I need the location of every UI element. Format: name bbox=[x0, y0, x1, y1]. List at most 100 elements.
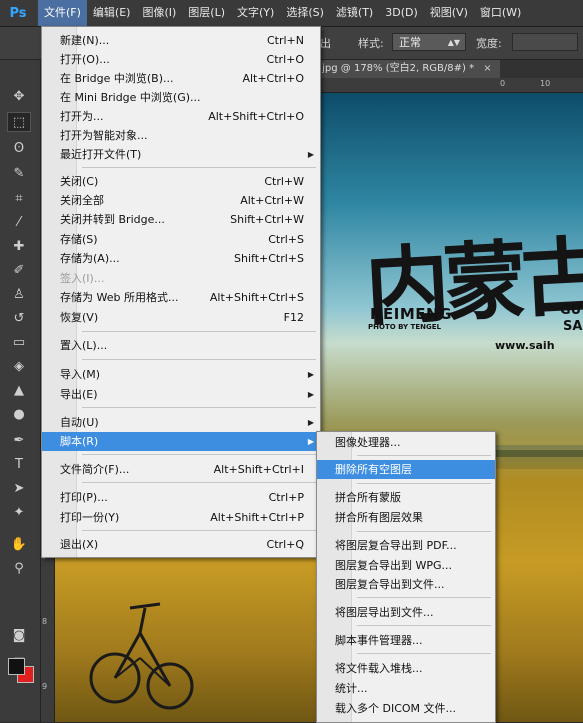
menu-item-label: 将文件载入堆栈... bbox=[335, 662, 423, 675]
menu-item-label: 文件简介(F)... bbox=[60, 463, 130, 476]
scripts-flatten-all-masks[interactable]: 拼合所有蒙版 bbox=[317, 488, 495, 507]
blur-tool-icon[interactable]: ▲ bbox=[7, 380, 31, 400]
menu-3d[interactable]: 3D(D) bbox=[379, 0, 424, 26]
chevron-updown-icon: ▲▼ bbox=[447, 38, 460, 47]
scripts-flatten-all-layer-effects[interactable]: 拼合所有图层效果 bbox=[317, 508, 495, 527]
scripts-layer-comps-to-files[interactable]: 图层复合导出到文件... bbox=[317, 575, 495, 594]
neimeng-text: NEIMENG bbox=[370, 305, 452, 323]
scripts-load-files-into-stack[interactable]: 将文件载入堆栈... bbox=[317, 659, 495, 678]
menu-item-label: 存储(S) bbox=[60, 233, 98, 246]
style-value: 正常 bbox=[399, 36, 421, 49]
menu-select[interactable]: 选择(S) bbox=[280, 0, 330, 26]
file-menu-exit[interactable]: 退出(X) Ctrl+Q bbox=[42, 535, 320, 554]
submenu-arrow-icon: ▶ bbox=[307, 437, 314, 446]
file-menu-close-all[interactable]: 关闭全部 Alt+Ctrl+W bbox=[42, 191, 320, 210]
menu-layer[interactable]: 图层(L) bbox=[182, 0, 231, 26]
file-menu-new[interactable]: 新建(N)... Ctrl+N bbox=[42, 31, 320, 50]
file-menu-scripts[interactable]: 脚本(R) ▶ bbox=[42, 432, 320, 451]
file-menu-automate[interactable]: 自动(U) ▶ bbox=[42, 413, 320, 432]
file-menu-open[interactable]: 打开(O)... Ctrl+O bbox=[42, 50, 320, 69]
menu-view[interactable]: 视图(V) bbox=[424, 0, 474, 26]
menu-item-label: 脚本事件管理器... bbox=[335, 634, 423, 647]
menu-item-shortcut: Ctrl+O bbox=[266, 53, 304, 66]
scripts-layer-comps-to-pdf[interactable]: 将图层复合导出到 PDF... bbox=[317, 536, 495, 555]
lasso-tool-icon[interactable]: ʘ bbox=[7, 138, 31, 158]
width-input[interactable] bbox=[512, 33, 578, 51]
menu-item-label: 导出(E) bbox=[60, 388, 98, 401]
shape-tool-icon[interactable]: ✦ bbox=[7, 502, 31, 522]
menu-separator bbox=[82, 482, 316, 483]
scripts-delete-empty-layers[interactable]: 删除所有空图层 bbox=[317, 460, 495, 479]
crop-tool-icon[interactable]: ⌗ bbox=[7, 188, 31, 208]
toolbox: ✥ ⬚ ʘ ✎ ⌗ ⁄ ✚ ✐ ♙ ↺ ▭ ◈ ▲ ● ✒ T ➤ ✦ ✋ ⚲ … bbox=[0, 60, 41, 722]
ruler-number: 9 bbox=[42, 682, 48, 691]
scripts-layer-comps-to-wpg[interactable]: 图层复合导出到 WPG... bbox=[317, 556, 495, 575]
file-menu-open-as[interactable]: 打开为... Alt+Shift+Ctrl+O bbox=[42, 107, 320, 126]
menu-filter[interactable]: 滤镜(T) bbox=[330, 0, 379, 26]
quick-mask-icon[interactable]: ◙ bbox=[7, 625, 31, 645]
file-menu-check-in: 签入(I)... bbox=[42, 269, 320, 288]
history-brush-tool-icon[interactable]: ↺ bbox=[7, 308, 31, 328]
menu-item-shortcut: Ctrl+P bbox=[268, 491, 304, 504]
file-menu-close[interactable]: 关闭(C) Ctrl+W bbox=[42, 172, 320, 191]
scripts-load-dicom-files[interactable]: 载入多个 DICOM 文件... bbox=[317, 699, 495, 718]
file-menu-save[interactable]: 存储(S) Ctrl+S bbox=[42, 230, 320, 249]
file-menu-import[interactable]: 导入(M) ▶ bbox=[42, 365, 320, 384]
menu-edit[interactable]: 编辑(E) bbox=[87, 0, 137, 26]
file-menu-browse-mini-bridge[interactable]: 在 Mini Bridge 中浏览(G)... bbox=[42, 88, 320, 107]
menu-item-label: 打开为智能对象... bbox=[60, 129, 148, 142]
file-menu-export[interactable]: 导出(E) ▶ bbox=[42, 385, 320, 404]
scripts-event-manager[interactable]: 脚本事件管理器... bbox=[317, 631, 495, 650]
scripts-export-layers-to-files[interactable]: 将图层导出到文件... bbox=[317, 603, 495, 622]
menu-separator bbox=[82, 359, 316, 360]
menu-item-shortcut: Alt+Shift+Ctrl+O bbox=[208, 110, 304, 123]
menu-item-label: 图层复合导出到文件... bbox=[335, 578, 445, 591]
file-menu-revert[interactable]: 恢复(V) F12 bbox=[42, 308, 320, 327]
scripts-statistics[interactable]: 统计... bbox=[317, 679, 495, 698]
file-menu-recent-files[interactable]: 最近打开文件(T) ▶ bbox=[42, 145, 320, 164]
menu-image[interactable]: 图像(I) bbox=[136, 0, 182, 26]
menu-file[interactable]: 文件(F) bbox=[38, 0, 87, 26]
marquee-tool-icon[interactable]: ⬚ bbox=[7, 112, 31, 132]
menu-item-label: 脚本(R) bbox=[60, 435, 99, 448]
foreground-color-swatch[interactable] bbox=[8, 658, 25, 675]
path-selection-tool-icon[interactable]: ➤ bbox=[7, 478, 31, 498]
menu-separator bbox=[357, 597, 491, 598]
document-tab[interactable]: J.jpg @ 178% (空白2, RGB/8#) * × bbox=[310, 60, 500, 78]
paint-bucket-tool-icon[interactable]: ◈ bbox=[7, 356, 31, 376]
zoom-tool-icon[interactable]: ⚲ bbox=[7, 558, 31, 578]
menu-window[interactable]: 窗口(W) bbox=[474, 0, 527, 26]
hand-tool-icon[interactable]: ✋ bbox=[7, 534, 31, 554]
file-menu-print-one-copy[interactable]: 打印一份(Y) Alt+Shift+Ctrl+P bbox=[42, 508, 320, 527]
menu-item-label: 打开(O)... bbox=[60, 53, 110, 66]
file-menu-file-info[interactable]: 文件简介(F)... Alt+Shift+Ctrl+I bbox=[42, 460, 320, 479]
type-tool-icon[interactable]: T bbox=[7, 454, 31, 474]
menu-separator bbox=[357, 625, 491, 626]
menu-item-shortcut: Alt+Shift+Ctrl+I bbox=[213, 463, 304, 476]
scripts-image-processor[interactable]: 图像处理器... bbox=[317, 433, 495, 452]
file-menu-save-for-web[interactable]: 存储为 Web 所用格式... Alt+Shift+Ctrl+S bbox=[42, 288, 320, 307]
menu-type[interactable]: 文字(Y) bbox=[231, 0, 280, 26]
menu-separator bbox=[357, 531, 491, 532]
pen-tool-icon[interactable]: ✒ bbox=[7, 430, 31, 450]
eraser-tool-icon[interactable]: ▭ bbox=[7, 332, 31, 352]
menu-item-shortcut: Ctrl+Q bbox=[266, 538, 304, 551]
menu-item-label: 载入多个 DICOM 文件... bbox=[335, 702, 457, 715]
file-menu-browse-bridge[interactable]: 在 Bridge 中浏览(B)... Alt+Ctrl+O bbox=[42, 69, 320, 88]
menu-separator bbox=[82, 530, 316, 531]
file-menu-open-smart-object[interactable]: 打开为智能对象... bbox=[42, 126, 320, 145]
style-select[interactable]: 正常 ▲▼ bbox=[392, 33, 466, 51]
brush-tool-icon[interactable]: ✐ bbox=[7, 260, 31, 280]
menu-item-label: 存储为 Web 所用格式... bbox=[60, 291, 179, 304]
clone-stamp-tool-icon[interactable]: ♙ bbox=[7, 284, 31, 304]
file-menu-close-go-bridge[interactable]: 关闭并转到 Bridge... Shift+Ctrl+W bbox=[42, 210, 320, 229]
close-icon[interactable]: × bbox=[483, 63, 491, 74]
dodge-tool-icon[interactable]: ● bbox=[7, 404, 31, 424]
healing-brush-tool-icon[interactable]: ✚ bbox=[7, 236, 31, 256]
file-menu-place[interactable]: 置入(L)... bbox=[42, 336, 320, 355]
move-tool-icon[interactable]: ✥ bbox=[7, 86, 31, 106]
file-menu-print[interactable]: 打印(P)... Ctrl+P bbox=[42, 488, 320, 507]
quick-select-tool-icon[interactable]: ✎ bbox=[7, 163, 31, 183]
file-menu-save-as[interactable]: 存储为(A)... Shift+Ctrl+S bbox=[42, 249, 320, 268]
eyedropper-tool-icon[interactable]: ⁄ bbox=[7, 212, 31, 232]
